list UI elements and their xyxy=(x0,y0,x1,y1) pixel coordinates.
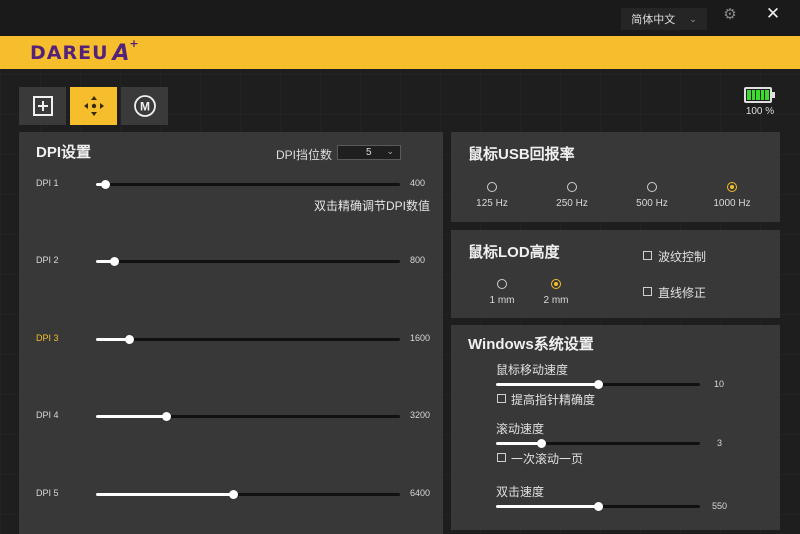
dpi-slider-knob[interactable] xyxy=(110,257,119,266)
scroll-page-checkbox[interactable] xyxy=(497,453,506,462)
dpi-slider-track[interactable] xyxy=(96,338,400,341)
mode-add-button[interactable] xyxy=(19,87,66,125)
polling-rate-radio[interactable] xyxy=(647,182,657,192)
dareu-logo: DAREU A + xyxy=(30,36,139,66)
polling-rate-radio[interactable] xyxy=(727,182,737,192)
gear-icon[interactable]: ⚙ xyxy=(722,6,738,24)
logo-text: DAREU xyxy=(30,42,109,64)
dpi-count-label: DPI挡位数 xyxy=(276,148,333,162)
double-click-slider-knob[interactable] xyxy=(594,502,603,511)
dpi-level-label: DPI 1 xyxy=(36,178,59,188)
dpi-level-value: 800 xyxy=(410,255,426,265)
pointer-precision-checkbox[interactable] xyxy=(497,394,506,403)
chevron-down-icon: ⌄ xyxy=(386,146,394,156)
scroll-speed-slider-knob[interactable] xyxy=(537,439,546,448)
polling-rate-label: 500 Hz xyxy=(636,198,668,209)
double-click-speed-label: 双击速度 xyxy=(496,485,545,499)
dpi-level-value: 400 xyxy=(410,178,426,188)
dpi-slider-knob[interactable] xyxy=(162,412,171,421)
scroll-speed-value: 3 xyxy=(717,438,723,448)
scroll-page-label: 一次滚动一页 xyxy=(511,452,584,466)
windows-settings-title: Windows系统设置 xyxy=(468,336,594,353)
circle-m-icon: M xyxy=(133,95,156,117)
dpi-settings-title: DPI设置 xyxy=(36,144,92,161)
lod-height-label: 2 mm xyxy=(543,295,569,306)
dpi-count-select[interactable]: 5 ⌄ xyxy=(337,145,401,160)
double-click-speed-value: 550 xyxy=(712,501,728,511)
dpi-slider-knob[interactable] xyxy=(229,490,238,499)
lod-height-radio[interactable] xyxy=(551,279,561,289)
lod-title: 鼠标LOD高度 xyxy=(468,244,560,261)
pointer-speed-label: 鼠标移动速度 xyxy=(496,363,569,377)
polling-rate-radio[interactable] xyxy=(487,182,497,192)
polling-rate-label: 1000 Hz xyxy=(713,198,751,209)
dpi-level-value: 3200 xyxy=(410,410,431,420)
dpi-count-value: 5 xyxy=(366,147,372,158)
battery-percent: 100 % xyxy=(745,106,775,117)
pointer-speed-value: 10 xyxy=(714,379,725,389)
dpi-level-label: DPI 4 xyxy=(36,410,59,420)
angle-snapping-label: 直线修正 xyxy=(658,286,707,300)
dpi-slider-knob[interactable] xyxy=(125,335,134,344)
dpi-level-label: DPI 2 xyxy=(36,255,59,265)
language-label: 简体中文 xyxy=(631,14,676,26)
dpi-level-value: 1600 xyxy=(410,333,431,343)
double-click-slider-fill xyxy=(496,505,598,508)
polling-rate-radio[interactable] xyxy=(567,182,577,192)
close-icon[interactable]: ✕ xyxy=(764,4,782,24)
ripple-control-checkbox[interactable] xyxy=(643,251,652,260)
pointer-speed-slider-knob[interactable] xyxy=(594,380,603,389)
lod-height-radio[interactable] xyxy=(497,279,507,289)
lod-height-label: 1 mm xyxy=(489,295,515,306)
move-arrows-icon xyxy=(83,96,104,116)
scroll-speed-label: 滚动速度 xyxy=(496,422,545,436)
scroll-speed-slider-track[interactable] xyxy=(496,442,700,445)
polling-rate-label: 125 Hz xyxy=(476,198,508,209)
pointer-precision-label: 提高指针精确度 xyxy=(511,393,596,407)
pointer-speed-slider-fill xyxy=(496,383,598,386)
dpi-slider-fill xyxy=(96,493,233,496)
dpi-slider-track[interactable] xyxy=(96,415,400,418)
dpi-level-label: DPI 3 xyxy=(36,333,59,343)
mode-macro-button[interactable]: M xyxy=(121,87,168,125)
dpi-slider-track[interactable] xyxy=(96,183,400,186)
ripple-control-label: 波纹控制 xyxy=(658,250,707,264)
chevron-down-icon: ⌄ xyxy=(689,13,697,24)
polling-rate-label: 250 Hz xyxy=(556,198,588,209)
dpi-slider-fill xyxy=(96,415,166,418)
dpi-slider-track[interactable] xyxy=(96,260,400,263)
usb-polling-title: 鼠标USB回报率 xyxy=(468,146,575,163)
dpi-hint-text: 双击精确调节DPI数值 xyxy=(313,199,430,213)
plus-square-icon xyxy=(32,96,53,116)
scroll-speed-slider-fill xyxy=(496,442,541,445)
language-select[interactable]: 简体中文 ⌄ xyxy=(621,8,707,30)
mode-move-button[interactable] xyxy=(70,87,117,125)
logo-mark: A + xyxy=(112,36,139,66)
dpi-slider-track[interactable] xyxy=(96,493,400,496)
angle-snapping-checkbox[interactable] xyxy=(643,287,652,296)
dpi-slider-knob[interactable] xyxy=(101,180,110,189)
dpi-level-label: DPI 5 xyxy=(36,488,59,498)
svg-text:M: M xyxy=(140,100,150,114)
dpi-level-value: 6400 xyxy=(410,488,431,498)
battery-tip xyxy=(772,92,775,98)
battery-icon xyxy=(744,87,772,103)
